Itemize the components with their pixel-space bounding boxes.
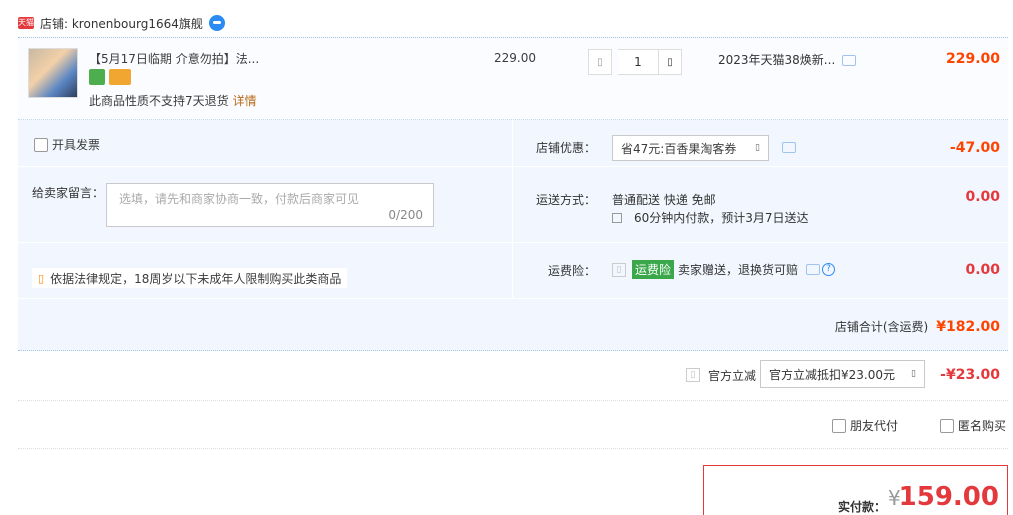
payment-summary: 实付款： ¥ 159.00 (703, 465, 1008, 515)
chevron-down-icon: ▯ (911, 369, 916, 379)
insurance-info: ▯ 运费险 卖家赠送，退换货可赔 ? (612, 260, 836, 279)
chat-icon[interactable] (208, 15, 225, 31)
invoice-label: 开具发票 (52, 138, 101, 152)
promo-message-icon[interactable] (782, 142, 796, 153)
official-discount-row: ▯ 官方立减 官方立减抵扣¥23.00元 ▯ -¥23.00 (18, 351, 1008, 401)
insurance-text: 卖家赠送，退换货可赔 (678, 263, 799, 277)
friend-pay-option[interactable]: 朋友代付 (832, 417, 898, 434)
promo-select[interactable]: 省47元:百香果淘客券 ▯ (612, 135, 769, 161)
unit-price: 229.00 (494, 51, 536, 65)
shop-total: 店铺合计(含运费) ¥182.00 (835, 318, 1000, 335)
row-divider (18, 298, 1008, 299)
quantity-input[interactable] (618, 49, 658, 75)
official-label: 官方立减 (708, 369, 757, 383)
insurance-amount: 0.00 (965, 262, 1000, 278)
item-row: 【5月17日临期 介意勿拍】法... 此商品性质不支持7天退货 详情 229.00… (18, 38, 1008, 120)
invoice-option[interactable]: 开具发票 (34, 136, 100, 153)
shop-header: 天猫 店铺: kronenbourg1664旗舰 (18, 14, 225, 32)
quantity-stepper: ▯ ▯ (588, 49, 682, 75)
promo-label: 店铺优惠： (535, 141, 596, 155)
law-note: ▯ 依据法律规定，18周岁以下未成年人限制购买此类商品 (32, 268, 348, 288)
shipping-eta-text: 60分钟内付款，预计3月7日送达 (634, 211, 809, 225)
law-note-text: 依据法律规定，18周岁以下未成年人限制购买此类商品 (50, 271, 342, 286)
insurance-label: 运费险： (547, 264, 596, 278)
card-icon (109, 69, 131, 85)
official-amount: -¥23.00 (940, 367, 1000, 383)
friend-pay-checkbox[interactable] (832, 418, 846, 433)
shipping-eta: 60分钟内付款，预计3月7日送达 (612, 209, 809, 226)
tmall-badge: 天猫 (18, 17, 34, 29)
friend-pay-label: 朋友代付 (850, 419, 899, 433)
shop-total-label: 店铺合计(含运费) (834, 320, 929, 334)
warning-icon: ▯ (38, 271, 45, 285)
row-divider (18, 242, 1008, 243)
message-placeholder: 选填，请先和商家协商一致，付款后商家可见 (119, 192, 360, 206)
return-note: 此商品性质不支持7天退货 详情 (89, 92, 257, 109)
shop-total-value: ¥182.00 (936, 318, 1000, 335)
order-box: 【5月17日临期 介意勿拍】法... 此商品性质不支持7天退货 详情 229.00… (18, 37, 1008, 351)
shop-name[interactable]: 店铺: kronenbourg1664旗舰 (40, 15, 203, 32)
payment-label: 实付款： (838, 500, 887, 514)
shield-icon (89, 69, 105, 85)
product-thumbnail[interactable] (28, 48, 78, 98)
message-label: 给卖家留言： (32, 186, 105, 200)
promo-selected: 省47元:百香果淘客券 (621, 141, 737, 156)
shipping-label: 运送方式： (535, 193, 596, 207)
anonymous-option[interactable]: 匿名购买 (940, 417, 1006, 434)
message-count: 0/200 (388, 208, 423, 222)
insurance-message-icon[interactable] (806, 264, 821, 275)
insurance-icon: ▯ (612, 262, 626, 277)
spec-message-icon[interactable] (842, 55, 856, 66)
shipping-amount: 0.00 (965, 189, 1000, 205)
chevron-down-icon: ▯ (755, 143, 760, 153)
item-spec: 2023年天猫38焕新... (718, 53, 836, 67)
official-selected: 官方立减抵扣¥23.00元 (769, 367, 895, 382)
column-divider (512, 120, 513, 298)
message-input[interactable]: 选填，请先和商家协商一致，付款后商家可见 0/200 (106, 183, 434, 227)
shipping-method: 普通配送 快递 免邮 (612, 193, 716, 207)
help-icon[interactable]: ? (822, 263, 836, 276)
item-subtotal: 229.00 (945, 51, 1000, 67)
official-icon: ▯ (686, 368, 700, 382)
row-divider (18, 166, 1008, 167)
increase-button[interactable]: ▯ (658, 49, 682, 75)
item-title[interactable]: 【5月17日临期 介意勿拍】法... (89, 50, 259, 67)
clock-icon (612, 212, 622, 223)
payment-options-row: 朋友代付 匿名购买 (18, 401, 1008, 449)
decrease-button[interactable]: ▯ (588, 49, 612, 75)
payment-amount: 159.00 (898, 482, 999, 512)
insurance-badge: 运费险 (632, 260, 675, 279)
return-note-text: 此商品性质不支持7天退货 (89, 94, 229, 108)
anonymous-label: 匿名购买 (958, 419, 1007, 433)
official-select[interactable]: 官方立减抵扣¥23.00元 ▯ (760, 360, 925, 388)
promo-amount: -47.00 (949, 140, 1000, 156)
anonymous-checkbox[interactable] (940, 418, 954, 433)
detail-link[interactable]: 详情 (233, 94, 257, 108)
invoice-checkbox[interactable] (34, 137, 48, 152)
